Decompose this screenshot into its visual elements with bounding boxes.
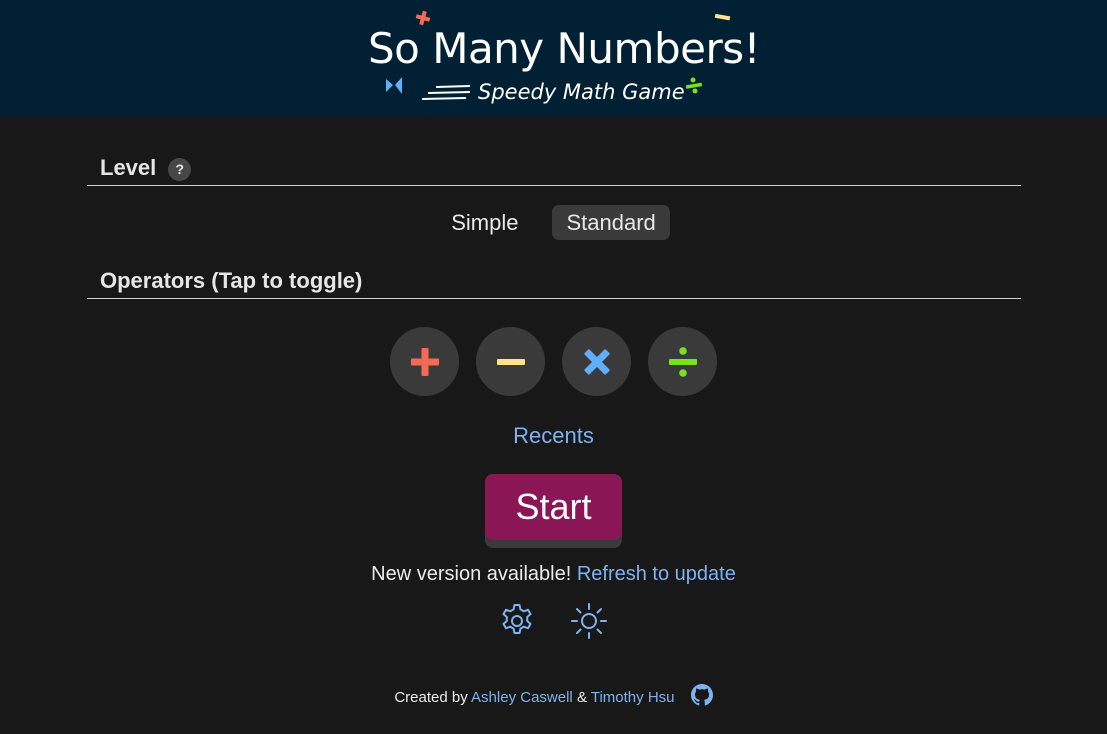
help-icon[interactable]: ? — [168, 158, 192, 181]
divide-toggle-button[interactable] — [648, 327, 717, 396]
logo-divide-icon — [685, 77, 703, 94]
update-message: New version available! — [371, 563, 572, 585]
divide-icon — [668, 346, 697, 377]
app-header: So Many Numbers! Speedy Math Game — [0, 0, 1107, 116]
github-icon — [690, 684, 713, 706]
gear-icon — [502, 604, 532, 634]
times-toggle-button[interactable] — [562, 327, 631, 396]
refresh-link[interactable]: Refresh to update — [577, 563, 736, 585]
operator-toggles — [390, 327, 717, 396]
author-link-timothy[interactable]: Timothy Hsu — [591, 689, 675, 706]
level-option-standard[interactable]: Standard — [552, 205, 670, 240]
author-link-ashley[interactable]: Ashley Caswell — [471, 689, 573, 706]
update-notice: New version available! Refresh to update — [0, 563, 1107, 586]
plus-toggle-button[interactable] — [390, 327, 459, 396]
times-icon — [583, 348, 610, 375]
footer-amp: & — [576, 689, 587, 706]
logo-times-icon — [386, 77, 402, 94]
logo-minus-icon — [714, 13, 731, 21]
recents-link[interactable]: Recents — [0, 423, 1107, 449]
footer-prefix: Created by — [394, 689, 468, 706]
app-subtitle: Speedy Math Game — [478, 80, 685, 104]
level-option-simple[interactable]: Simple — [437, 205, 532, 240]
start-button[interactable]: Start — [485, 474, 622, 540]
sun-icon — [571, 603, 607, 639]
level-options: Simple Standard — [0, 205, 1107, 240]
level-heading: Level — [100, 155, 157, 180]
start-button-shadow: Start — [485, 474, 622, 548]
minus-icon — [496, 358, 525, 365]
operators-heading: Operators (Tap to toggle) — [100, 268, 363, 293]
operators-section-header: Operators (Tap to toggle) — [87, 268, 1021, 299]
minus-toggle-button[interactable] — [476, 327, 545, 396]
theme-toggle-button[interactable] — [570, 602, 608, 640]
plus-icon — [410, 347, 439, 376]
app-logo: So Many Numbers! Speedy Math Game — [360, 6, 760, 114]
settings-toolbar — [498, 602, 608, 640]
github-link[interactable] — [690, 684, 713, 706]
settings-button[interactable] — [498, 602, 536, 640]
level-section-header: Level ? — [87, 155, 1021, 186]
speed-lines — [421, 85, 471, 100]
app-title: So Many Numbers! — [368, 24, 760, 73]
footer: Created by Ashley Caswell & Timothy Hsu — [0, 684, 1107, 706]
